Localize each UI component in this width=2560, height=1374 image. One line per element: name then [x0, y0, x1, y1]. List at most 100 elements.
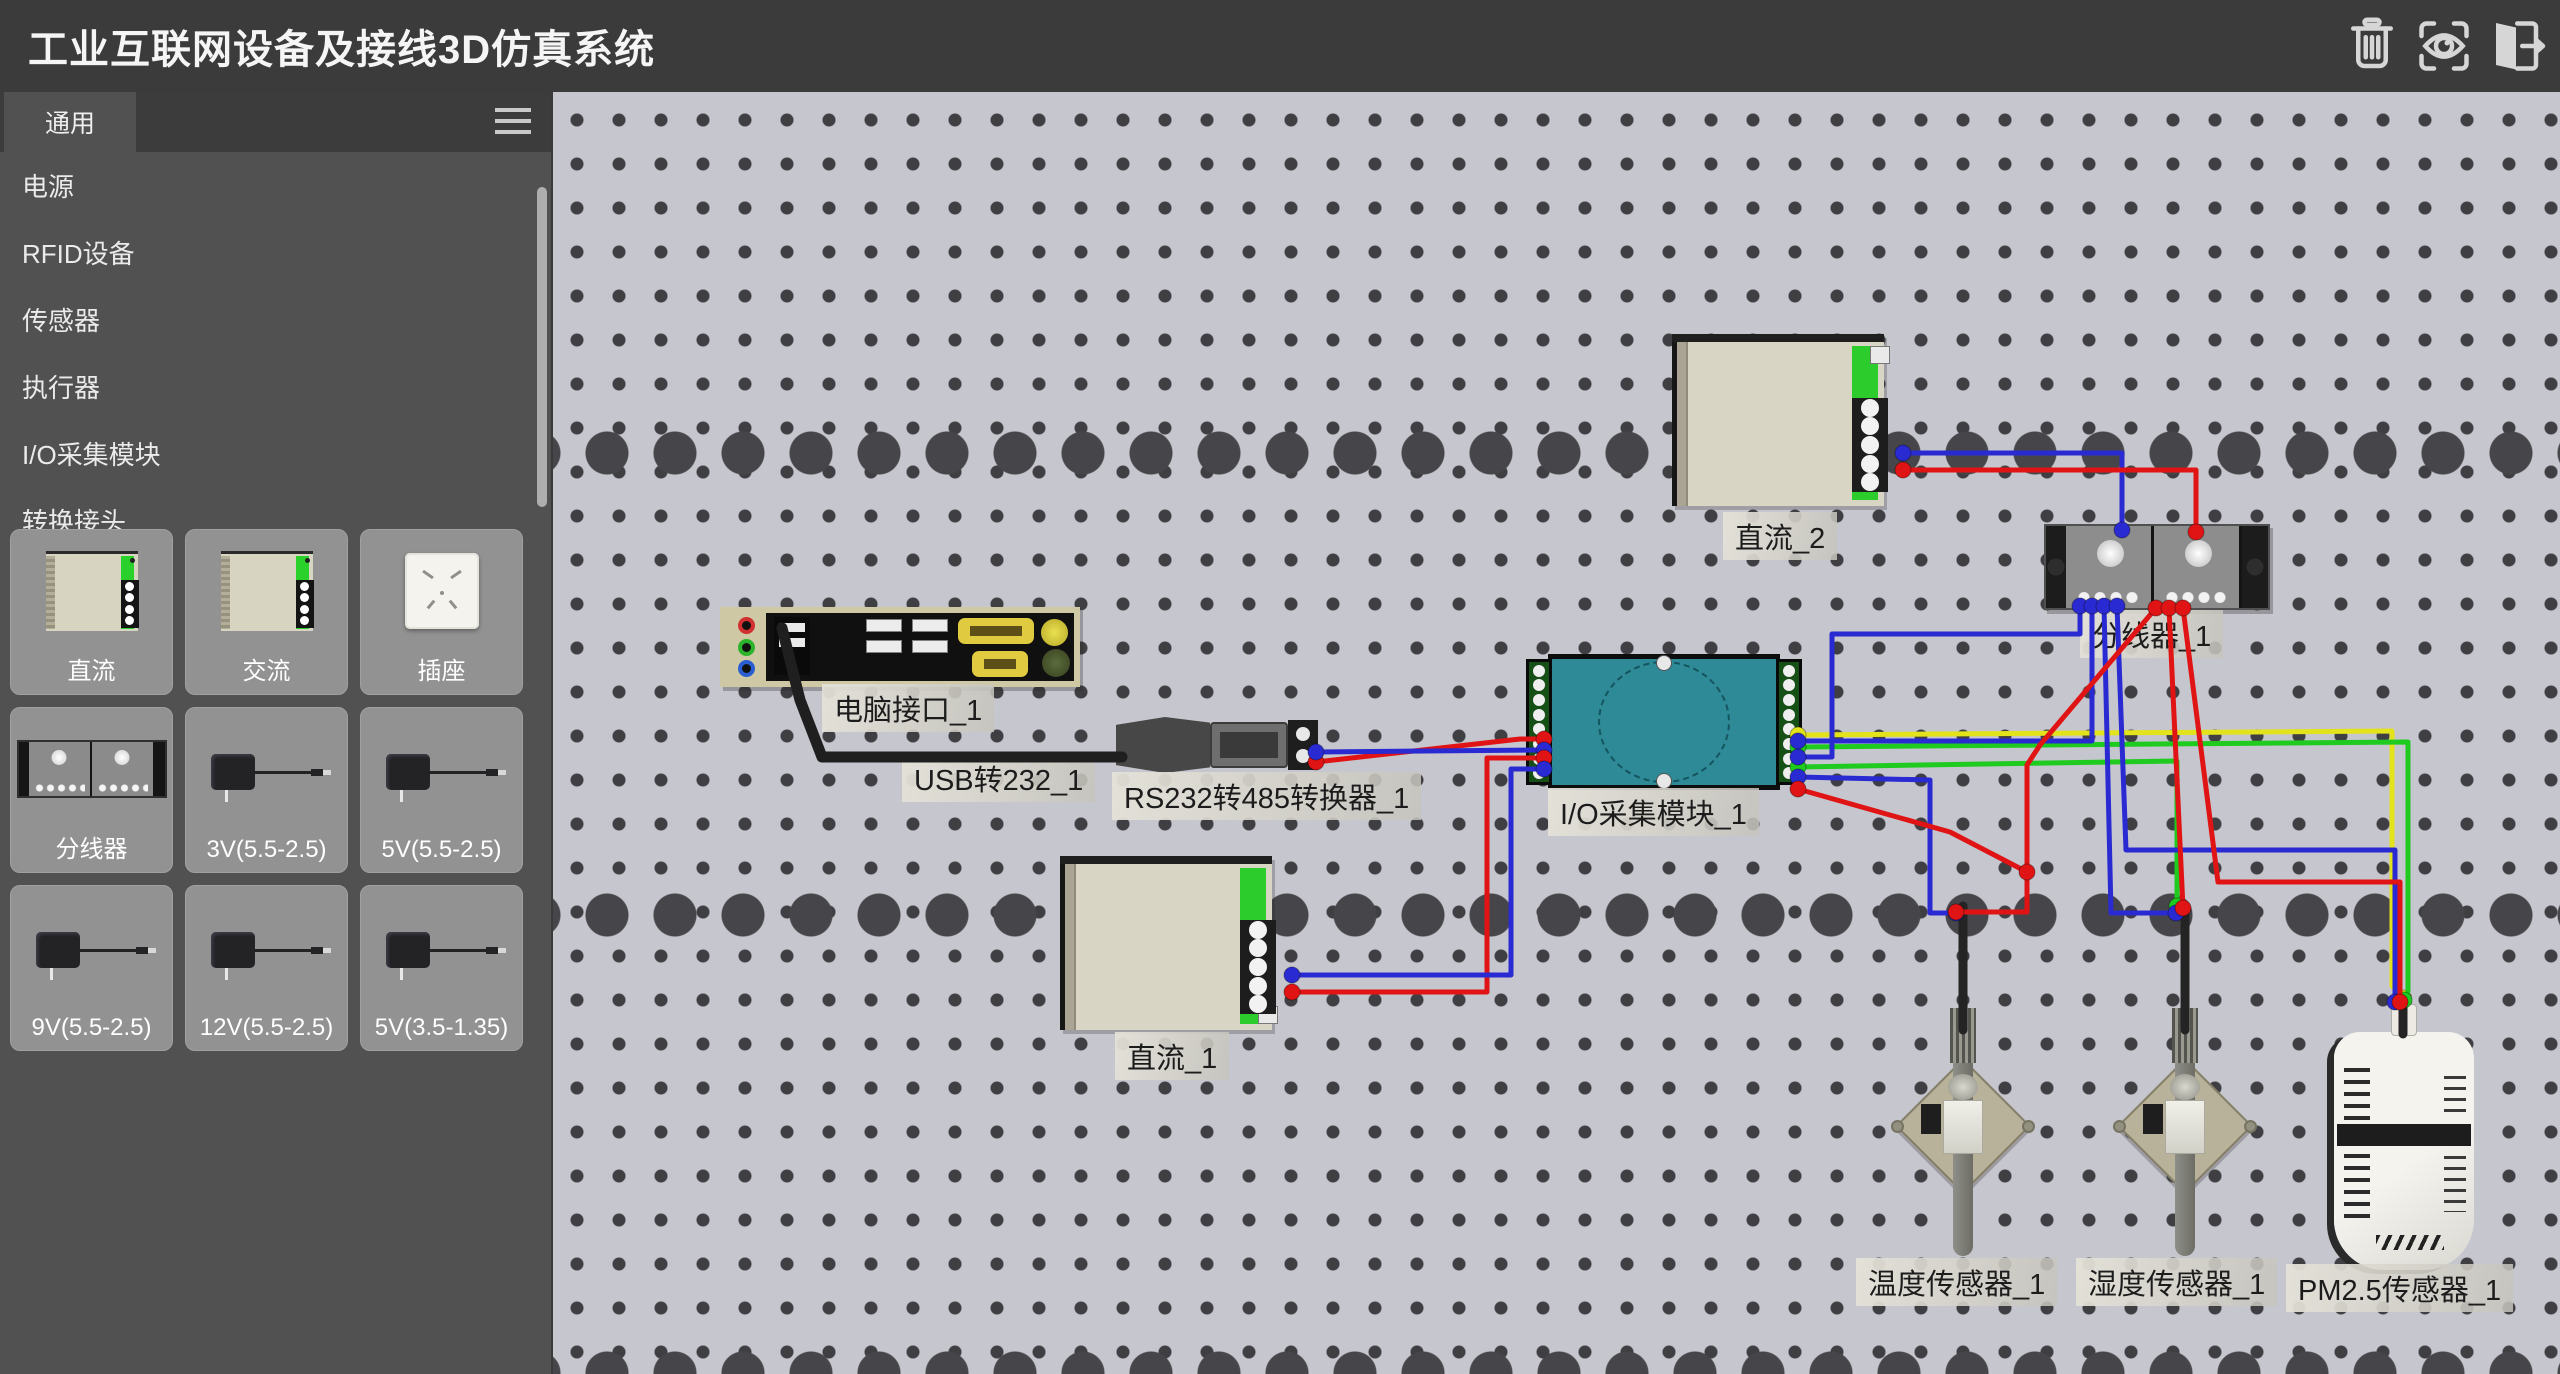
- device-pm25-sensor-1[interactable]: [2334, 1032, 2474, 1270]
- device-io-module-1[interactable]: [1526, 654, 1802, 790]
- toolbar: [2342, 16, 2546, 76]
- vent-lines: [2344, 1154, 2370, 1224]
- screw: [1656, 655, 1672, 671]
- device-pc-interface-1[interactable]: [720, 607, 1080, 687]
- pegboard-hole-row: [553, 893, 2560, 937]
- psu-edge: [1672, 342, 1688, 506]
- vent-slashes: [2376, 1235, 2444, 1250]
- io-body: [1548, 654, 1780, 790]
- mount-hole: [2022, 1120, 2035, 1133]
- device-label: 直流_2: [1723, 512, 1837, 560]
- splitter-endcap: [2046, 526, 2066, 608]
- palette-tile-dc[interactable]: 直流: [10, 529, 173, 695]
- device-label: I/O采集模块_1: [1548, 788, 1759, 836]
- audio-jacks: [726, 613, 766, 681]
- adapter-thumbnail: [211, 932, 323, 968]
- sidebar-item-io-modules[interactable]: I/O采集模块: [0, 420, 551, 487]
- palette-tile-12v[interactable]: 12V(5.5-2.5): [185, 885, 348, 1051]
- probe-connector: [2143, 1104, 2163, 1134]
- adapter-thumbnail: [386, 932, 498, 968]
- device-dc-power-1[interactable]: [1060, 856, 1272, 1030]
- connector-hood: [1116, 717, 1210, 773]
- io-circle: [1598, 661, 1730, 783]
- category-list: 电源 RFID设备 传感器 执行器 I/O采集模块 转换接头: [0, 152, 551, 554]
- scrollbar-thumb[interactable]: [537, 187, 547, 507]
- sidebar-item-sensors[interactable]: 传感器: [0, 286, 551, 353]
- psu-terminals: [1852, 398, 1888, 492]
- sidebar-item-power[interactable]: 电源: [0, 152, 551, 219]
- palette-tile-splitter[interactable]: 分线器: [10, 707, 173, 873]
- db-connector: [1210, 722, 1288, 768]
- splitter-terminal-row: [2164, 592, 2229, 603]
- device-label: PM2.5传感器_1: [2286, 1264, 2513, 1312]
- psu-notch: [1870, 346, 1890, 364]
- io-terminal-strip-right: [1776, 659, 1802, 785]
- splitter-endcap: [2242, 526, 2268, 608]
- probe-collar: [1948, 1074, 1978, 1100]
- trash-icon[interactable]: [2342, 16, 2402, 76]
- probe-clamp: [2165, 1100, 2205, 1154]
- exit-icon[interactable]: [2486, 16, 2546, 76]
- serial-port-db9: [972, 651, 1028, 677]
- device-label: 分线器_1: [2080, 610, 2223, 658]
- screw: [2097, 540, 2124, 567]
- vent-lines: [2444, 1076, 2466, 1116]
- adapter-thumbnail: [211, 754, 323, 790]
- device-label: 温度传感器_1: [1856, 1258, 2057, 1306]
- splitter-thumbnail: [17, 740, 167, 798]
- palette-tile-3v[interactable]: 3V(5.5-2.5): [185, 707, 348, 873]
- view-focus-icon[interactable]: [2414, 16, 2474, 76]
- mount-hole: [2244, 1120, 2257, 1133]
- terminal-block: [1288, 720, 1318, 770]
- device-label: 直流_1: [1115, 1032, 1229, 1080]
- device-dc-power-2[interactable]: [1672, 334, 1884, 506]
- splitter-section: [2066, 526, 2154, 608]
- device-splitter-1[interactable]: [2044, 524, 2270, 610]
- palette-tile-socket[interactable]: 插座: [360, 529, 523, 695]
- device-label: RS232转485转换器_1: [1112, 772, 1421, 820]
- hamburger-icon[interactable]: [495, 108, 531, 141]
- probe-connector: [1921, 1104, 1941, 1134]
- probe-collar: [2170, 1074, 2200, 1100]
- usb-column: [774, 617, 810, 675]
- app-window: 直流_2 分线器_1 电脑接口_1 USB转232_1 RS232转485转换器…: [0, 0, 2560, 1374]
- sensor-band: [2337, 1124, 2471, 1146]
- pegboard-hole-row: [553, 1351, 2560, 1374]
- sidebar: 通用 电源 RFID设备 传感器 执行器 I/O采集模块 转换接头 直流: [0, 92, 553, 1374]
- app-title: 工业互联网设备及接线3D仿真系统: [28, 17, 655, 75]
- device-label: 电脑接口_1: [822, 684, 994, 732]
- serial-port-db25: [958, 618, 1034, 644]
- top-bar: 工业互联网设备及接线3D仿真系统: [0, 0, 2560, 92]
- usb-ports: [866, 619, 948, 653]
- tab-general[interactable]: 通用: [4, 92, 136, 152]
- mount-hole: [1891, 1120, 1904, 1133]
- round-connector-green: [1042, 649, 1070, 677]
- ac-psu-thumbnail: [221, 551, 313, 631]
- psu-edge: [1060, 864, 1076, 1030]
- probe-ridge: [1950, 1008, 1976, 1063]
- palette-tile-5v-small[interactable]: 5V(3.5-1.35): [360, 885, 523, 1051]
- device-temp-sensor-1[interactable]: [1883, 1008, 2043, 1260]
- probe-clamp: [1943, 1100, 1983, 1154]
- pegboard-hole-row: [553, 431, 2560, 475]
- splitter-section: [2154, 526, 2242, 608]
- mount-hole: [2113, 1120, 2126, 1133]
- splitter-terminal-row: [2076, 592, 2141, 603]
- palette-tile-9v[interactable]: 9V(5.5-2.5): [10, 885, 173, 1051]
- sidebar-item-actuators[interactable]: 执行器: [0, 353, 551, 420]
- adapter-thumbnail: [386, 754, 498, 790]
- socket-thumbnail: [405, 553, 479, 629]
- cable-nub: [2391, 1004, 2417, 1036]
- palette-tile-ac[interactable]: 交流: [185, 529, 348, 695]
- screw: [1656, 773, 1672, 789]
- device-label: 湿度传感器_1: [2076, 1258, 2277, 1306]
- vent-lines: [2444, 1156, 2466, 1212]
- device-rs232-to-485-converter-1[interactable]: [1116, 716, 1338, 774]
- probe-ridge: [2172, 1008, 2198, 1063]
- device-humidity-sensor-1[interactable]: [2105, 1008, 2265, 1260]
- sidebar-item-rfid[interactable]: RFID设备: [0, 219, 551, 286]
- screw: [2185, 540, 2212, 567]
- palette-tile-5v[interactable]: 5V(5.5-2.5): [360, 707, 523, 873]
- vent-lines: [2344, 1068, 2370, 1120]
- dc-psu-thumbnail: [46, 551, 138, 631]
